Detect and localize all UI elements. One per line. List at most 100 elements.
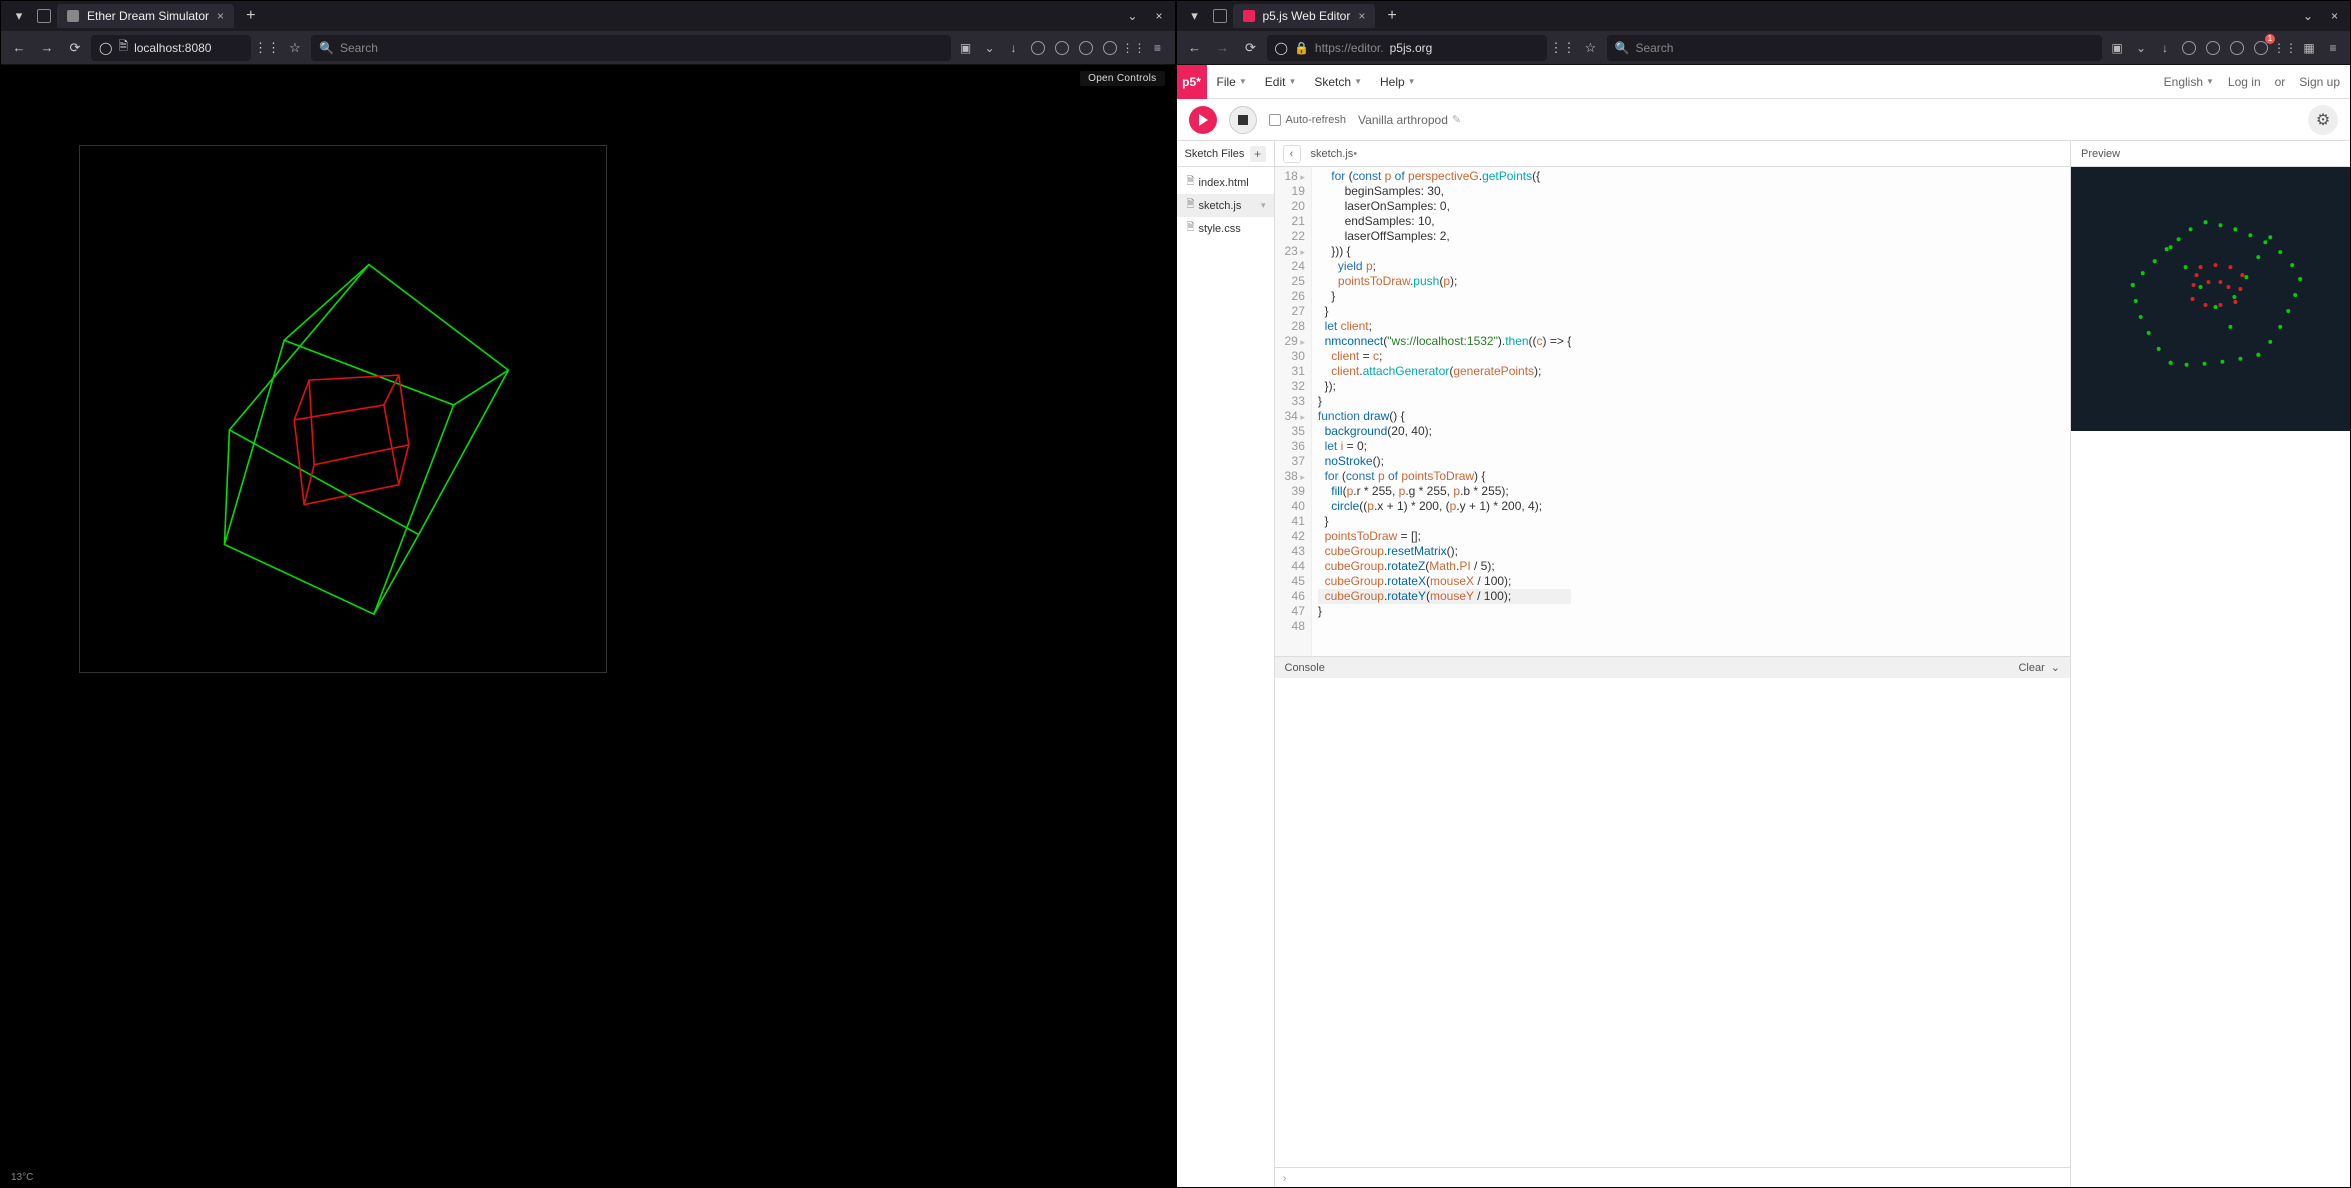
back-button[interactable]: ← [1183,36,1207,60]
left-browser-window: ▾ Ether Dream Simulator × + ⌄ × ← → ⟳ ◯ … [0,0,1176,1188]
editor-footer: › [1275,1167,2071,1187]
browser-tab[interactable]: Ether Dream Simulator × [57,4,234,28]
reload-button[interactable]: ⟳ [1239,36,1263,60]
or-text: or [2275,75,2286,89]
p5-editor: p5* File▼ Edit▼ Sketch▼ Help▼ English▼ L… [1177,65,2351,1187]
reload-button[interactable]: ⟳ [63,36,87,60]
window-icon [37,9,51,23]
menu-help[interactable]: Help▼ [1380,75,1416,89]
checkbox-icon[interactable] [1269,114,1281,126]
stop-icon [1238,115,1248,125]
file-item[interactable]: 🗎sketch.js▾ [1177,194,1274,217]
ext-icon-e[interactable]: ⋮⋮ [2274,37,2296,59]
back-button[interactable]: ← [7,36,31,60]
file-icon: 🗎 [1187,220,1195,237]
ext-icon-3[interactable] [1051,37,1073,59]
play-icon [1199,114,1208,126]
titlebar: ▾ p5.js Web Editor × + ⌄ × [1177,1,2351,31]
open-controls-button[interactable]: Open Controls [1080,71,1164,86]
window-menu-icon[interactable]: ▾ [7,4,31,28]
signup-link[interactable]: Sign up [2299,75,2340,89]
pocket-icon[interactable]: ⌄ [2130,37,2152,59]
ext-icon-6[interactable]: ⋮⋮ [1123,37,1145,59]
auto-refresh-toggle[interactable]: Auto-refresh [1269,114,1347,126]
bookmark-icon[interactable]: ☆ [1579,36,1603,60]
sidebar-title: Sketch Files [1185,148,1245,160]
tabs-dropdown-icon[interactable]: ⌄ [2297,7,2319,25]
page-content: Open Controls [1,65,1175,1187]
menu-file[interactable]: File▼ [1217,75,1247,89]
ext-icon-5[interactable] [1099,37,1121,59]
editor-tab[interactable]: sketch.js• [1311,148,1358,160]
bookmark-icon[interactable]: ☆ [283,36,307,60]
pencil-icon[interactable]: ✎ [1452,113,1461,126]
p5-logo[interactable]: p5* [1177,65,1207,99]
search-placeholder: Search [340,41,378,55]
ext-icon-c[interactable] [2226,37,2248,59]
ext-icon-2[interactable] [1027,37,1049,59]
tabs-dropdown-icon[interactable]: ⌄ [1121,7,1143,25]
titlebar: ▾ Ether Dream Simulator × + ⌄ × [1,1,1175,31]
ext-icon-a[interactable] [2178,37,2200,59]
ext-icon-b[interactable] [2202,37,2224,59]
forward-button[interactable]: → [1211,36,1235,60]
console-clear[interactable]: Clear [2018,662,2044,674]
console-header[interactable]: Console Clear ⌄ [1275,656,2071,678]
page-info-icon: 🗎 [118,37,128,58]
qr-icon[interactable]: ⋮⋮ [255,36,279,60]
console-label: Console [1285,662,1325,674]
pocket-icon[interactable]: ⌄ [979,37,1001,59]
reader-icon[interactable]: ▣ [2106,37,2128,59]
settings-button[interactable]: ⚙ [2308,105,2338,135]
console-body[interactable] [1275,678,2071,1167]
ext-icon-f[interactable]: ▦ [2298,37,2320,59]
file-name: sketch.js [1199,200,1242,212]
downloads-icon[interactable]: ↓ [2154,37,2176,59]
file-name: index.html [1199,177,1249,189]
close-tab-icon[interactable]: × [217,9,224,23]
new-tab-button[interactable]: + [1381,7,1402,25]
ext-icon-4[interactable] [1075,37,1097,59]
close-window-icon[interactable]: × [2325,7,2344,25]
file-item[interactable]: 🗎style.css [1177,217,1274,240]
editor-area: ‹ sketch.js• 18 ▸1920212223 ▸24252627282… [1275,141,2071,1187]
sketch-name[interactable]: Vanilla arthropod ✎ [1358,113,1461,127]
search-bar[interactable]: 🔍 Search [1607,35,2103,61]
play-button[interactable] [1189,106,1217,134]
tab-title: p5.js Web Editor [1263,9,1351,23]
browser-tab[interactable]: p5.js Web Editor × [1233,4,1376,28]
ext-icon-d[interactable] [2250,37,2272,59]
add-file-button[interactable]: + [1250,146,1266,162]
forward-button[interactable]: → [35,36,59,60]
ext-icon-1[interactable]: ▣ [955,37,977,59]
menu-edit[interactable]: Edit▼ [1265,75,1297,89]
chevron-right-icon[interactable]: › [1283,1171,1287,1185]
p5-toolbar: Auto-refresh Vanilla arthropod ✎ ⚙ [1177,99,2351,141]
close-tab-icon[interactable]: × [1358,9,1365,23]
url-bar[interactable]: ◯ 🔒 https://editor.p5js.org [1267,35,1547,61]
simulator-canvas[interactable] [79,145,607,673]
url-bar[interactable]: ◯ 🗎 localhost:8080 [91,35,251,61]
language-select[interactable]: English▼ [2164,75,2214,89]
close-window-icon[interactable]: × [1149,7,1168,25]
hamburger-icon[interactable]: ≡ [2322,37,2344,59]
stop-button[interactable] [1229,106,1257,134]
preview-canvas[interactable] [2071,167,2350,431]
menu-sketch[interactable]: Sketch▼ [1314,75,1362,89]
qr-icon[interactable]: ⋮⋮ [1551,36,1575,60]
chevron-down-icon[interactable]: ⌄ [2051,661,2060,674]
temperature-widget: 13°C [11,1172,33,1183]
preview-label: Preview [2081,148,2120,160]
chevron-down-icon[interactable]: ▾ [1261,200,1266,211]
file-item[interactable]: 🗎 index.html [1177,171,1274,194]
search-bar[interactable]: 🔍 Search [311,35,951,61]
login-link[interactable]: Log in [2228,75,2261,89]
hamburger-icon[interactable]: ≡ [1147,37,1169,59]
collapse-sidebar-button[interactable]: ‹ [1283,145,1301,163]
shield-icon: ◯ [99,41,112,55]
code-editor[interactable]: 18 ▸1920212223 ▸242526272829 ▸3031323334… [1275,167,2071,656]
window-menu-icon[interactable]: ▾ [1183,4,1207,28]
new-tab-button[interactable]: + [240,7,261,25]
downloads-icon[interactable]: ↓ [1003,37,1025,59]
file-icon: 🗎 [1187,174,1195,191]
